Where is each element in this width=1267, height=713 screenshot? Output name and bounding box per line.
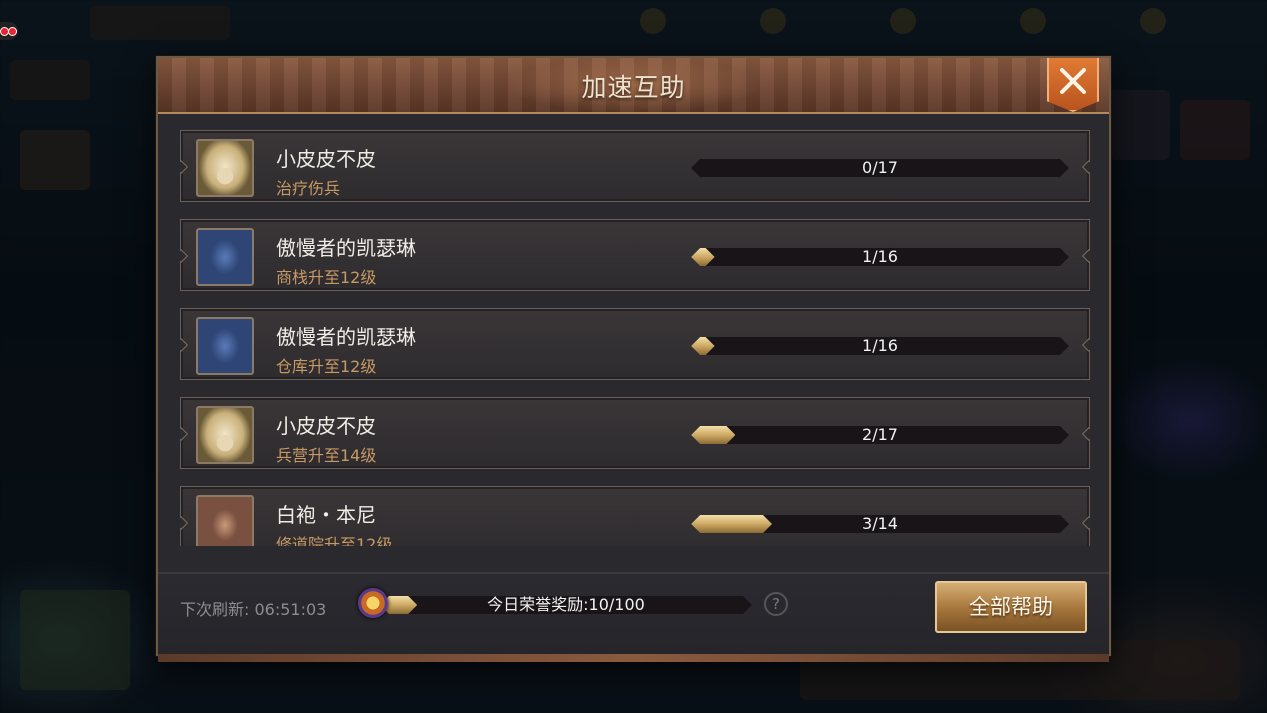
player-name: 白袍・本尼: [276, 503, 376, 527]
progress-text: 0/17: [862, 158, 898, 177]
progress-text: 2/17: [862, 425, 898, 444]
task-description: 修道院升至12级: [276, 535, 393, 546]
elf-portrait-avatar: [196, 406, 254, 464]
player-name: 小皮皮不皮: [276, 147, 376, 171]
dialog-header: 加速互助: [158, 58, 1109, 114]
assist-progress-bar: 1/16: [691, 248, 1069, 266]
man-portrait-avatar: [196, 495, 254, 546]
assist-dialog: 加速互助 小皮皮不皮 治疗伤兵 0/17 傲慢者的凯瑟琳 商栈升至12级 1/1…: [156, 56, 1111, 662]
help-icon[interactable]: ?: [764, 592, 788, 616]
refresh-timer: 下次刷新: 06:51:03: [180, 596, 326, 620]
progress-text: 1/16: [862, 336, 898, 355]
player-name: 小皮皮不皮: [276, 414, 376, 438]
refresh-time: 06:51:03: [254, 600, 327, 619]
assist-progress-bar: 1/16: [691, 337, 1069, 355]
task-description: 仓库升至12级: [276, 357, 377, 376]
task-description: 商栈升至12级: [276, 268, 377, 287]
task-description: 治疗伤兵: [276, 179, 341, 198]
record-dot-icon: [8, 27, 17, 36]
dialog-title: 加速互助: [581, 73, 686, 102]
close-button[interactable]: [1047, 58, 1099, 112]
honor-progress-bar: 今日荣誉奖励:10/100: [380, 596, 752, 614]
honor-medal-icon: [358, 588, 388, 618]
record-indicator: [0, 22, 18, 40]
list-item: 傲慢者的凯瑟琳 商栈升至12级 1/16: [180, 219, 1090, 291]
dialog-footer: 下次刷新: 06:51:03 今日荣誉奖励:10/100 ? 全部帮助: [158, 572, 1109, 654]
list-item: 白袍・本尼 修道院升至12级 3/14: [180, 486, 1090, 546]
list-item: 傲慢者的凯瑟琳 仓库升至12级 1/16: [180, 308, 1090, 380]
assist-progress-bar: 3/14: [691, 515, 1069, 533]
list-item: 小皮皮不皮 兵营升至14级 2/17: [180, 397, 1090, 469]
progress-text: 1/16: [862, 247, 898, 266]
progress-text: 3/14: [862, 514, 898, 533]
list-item: 小皮皮不皮 治疗伤兵 0/17: [180, 130, 1090, 202]
player-name: 傲慢者的凯瑟琳: [276, 325, 416, 349]
player-name: 傲慢者的凯瑟琳: [276, 236, 416, 260]
honor-progress-text: 今日荣誉奖励:10/100: [487, 595, 645, 614]
assist-progress-bar: 0/17: [691, 159, 1069, 177]
assist-progress-bar: 2/17: [691, 426, 1069, 444]
blue-warrior-portrait-avatar: [196, 317, 254, 375]
blue-warrior-portrait-avatar: [196, 228, 254, 286]
close-icon: [1060, 68, 1086, 94]
refresh-label: 下次刷新:: [180, 600, 250, 619]
elf-portrait-avatar: [196, 139, 254, 197]
task-description: 兵营升至14级: [276, 446, 377, 465]
help-all-button[interactable]: 全部帮助: [935, 581, 1087, 633]
assist-request-list[interactable]: 小皮皮不皮 治疗伤兵 0/17 傲慢者的凯瑟琳 商栈升至12级 1/16 傲慢者…: [180, 130, 1090, 546]
